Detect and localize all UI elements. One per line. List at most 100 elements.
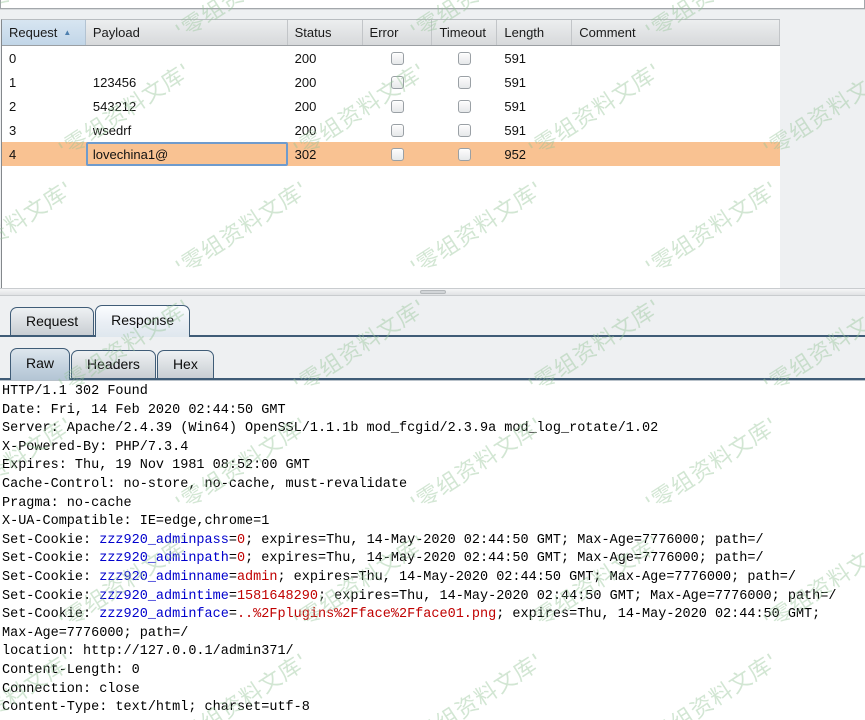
- response-line: HTTP/1.1 302 Found: [2, 383, 865, 402]
- timeout-checkbox[interactable]: [458, 52, 471, 65]
- table-body[interactable]: 0 200 591 1 123456 200 591 2 543212 200 591 3 wsedrf…: [2, 46, 780, 288]
- table-row[interactable]: 4 lovechina1@ 302 952: [2, 142, 780, 166]
- length-value: 591: [504, 99, 526, 114]
- response-line: X-UA-Compatible: IE=edge,chrome=1: [2, 513, 865, 532]
- length-cell: 591: [497, 118, 572, 142]
- column-header-length[interactable]: Length: [497, 20, 572, 45]
- table-row[interactable]: 0 200 591: [2, 46, 780, 70]
- error-cell: [363, 46, 433, 70]
- response-line: Set-Cookie: zzz920_adminpath=0; expires=…: [2, 550, 865, 569]
- status-cell: 302: [288, 142, 363, 166]
- request-cell: 2: [2, 94, 86, 118]
- sub-tab-bar: RawHeadersHex: [0, 338, 865, 380]
- tab-raw[interactable]: Raw: [10, 348, 70, 380]
- response-line: Server: Apache/2.4.39 (Win64) OpenSSL/1.…: [2, 420, 865, 439]
- length-cell: 591: [497, 70, 572, 94]
- payload-value: wsedrf: [93, 123, 131, 138]
- column-header-label: Status: [295, 25, 332, 40]
- length-value: 591: [504, 75, 526, 90]
- comment-cell: [572, 142, 780, 166]
- tab-request[interactable]: Request: [10, 307, 94, 335]
- payload-cell: lovechina1@: [86, 142, 288, 166]
- column-header-timeout[interactable]: Timeout: [432, 20, 497, 45]
- error-cell: [363, 94, 433, 118]
- timeout-cell: [432, 142, 497, 166]
- splitter-grip-icon[interactable]: [420, 290, 446, 294]
- status-value: 200: [295, 51, 317, 66]
- response-line: Date: Fri, 14 Feb 2020 02:44:50 GMT: [2, 402, 865, 421]
- message-viewer: RequestResponse RawHeadersHex HTTP/1.1 3…: [0, 296, 865, 720]
- column-header-label: Payload: [93, 25, 140, 40]
- response-line: Max-Age=7776000; path=/: [2, 625, 865, 644]
- column-header-label: Comment: [579, 25, 635, 40]
- payload-cell: wsedrf: [86, 118, 288, 142]
- tab-headers[interactable]: Headers: [71, 350, 156, 378]
- main-tab-bar: RequestResponse: [0, 296, 865, 337]
- response-line: Set-Cookie: zzz920_adminpass=0; expires=…: [2, 532, 865, 551]
- request-value: 4: [9, 147, 16, 162]
- response-line: Set-Cookie: zzz920_admintime=1581648290;…: [2, 588, 865, 607]
- comment-cell: [572, 118, 780, 142]
- tab-hex[interactable]: Hex: [157, 350, 214, 378]
- error-checkbox[interactable]: [391, 148, 404, 161]
- filter-bar[interactable]: [0, 0, 865, 9]
- error-cell: [363, 70, 433, 94]
- payload-cell: [86, 46, 288, 70]
- request-cell: 3: [2, 118, 86, 142]
- request-value: 1: [9, 75, 16, 90]
- status-value: 200: [295, 123, 317, 138]
- column-header-label: Error: [370, 25, 399, 40]
- timeout-checkbox[interactable]: [458, 100, 471, 113]
- timeout-cell: [432, 46, 497, 70]
- error-checkbox[interactable]: [391, 76, 404, 89]
- table-row[interactable]: 1123456200591: [2, 70, 780, 94]
- response-line: Expires: Thu, 19 Nov 1981 08:52:00 GMT: [2, 457, 865, 476]
- error-checkbox[interactable]: [391, 124, 404, 137]
- error-cell: [363, 118, 433, 142]
- request-value: 3: [9, 123, 16, 138]
- length-cell: 591: [497, 46, 572, 70]
- length-value: 591: [504, 51, 526, 66]
- horizontal-splitter[interactable]: [0, 288, 865, 296]
- response-line: location: http://127.0.0.1/admin371/: [2, 643, 865, 662]
- column-header-label: Timeout: [439, 25, 485, 40]
- length-cell: 952: [497, 142, 572, 166]
- column-header-payload[interactable]: Payload: [86, 20, 288, 45]
- results-table: Request ▲ Payload Status Error Timeout Length C…: [1, 19, 780, 288]
- timeout-checkbox[interactable]: [458, 124, 471, 137]
- error-checkbox[interactable]: [391, 52, 404, 65]
- response-text-area[interactable]: HTTP/1.1 302 FoundDate: Fri, 14 Feb 2020…: [0, 380, 865, 720]
- column-header-status[interactable]: Status: [288, 20, 363, 45]
- table-row[interactable]: 2 543212 200 591: [2, 94, 780, 118]
- timeout-checkbox[interactable]: [458, 148, 471, 161]
- status-cell: 200: [288, 118, 363, 142]
- payload-value: lovechina1@: [93, 147, 168, 162]
- response-line: Set-Cookie: zzz920_adminname=admin; expi…: [2, 569, 865, 588]
- request-value: 2: [9, 99, 16, 114]
- sort-ascending-icon: ▲: [63, 28, 71, 37]
- length-cell: 591: [497, 94, 572, 118]
- response-line: Connection: close: [2, 681, 865, 700]
- request-cell: 1: [2, 70, 86, 94]
- column-header-request[interactable]: Request ▲: [2, 20, 86, 45]
- column-header-label: Request: [9, 25, 57, 40]
- request-cell: 4: [2, 142, 86, 166]
- comment-cell: [572, 94, 780, 118]
- response-line: X-Powered-By: PHP/7.3.4: [2, 439, 865, 458]
- column-header-error[interactable]: Error: [363, 20, 433, 45]
- error-checkbox[interactable]: [391, 100, 404, 113]
- length-value: 591: [504, 123, 526, 138]
- timeout-checkbox[interactable]: [458, 76, 471, 89]
- length-value: 952: [504, 147, 526, 162]
- request-value: 0: [9, 51, 16, 66]
- column-header-comment[interactable]: Comment: [572, 20, 780, 45]
- tab-response[interactable]: Response: [95, 305, 190, 337]
- response-line: Content-Length: 0: [2, 662, 865, 681]
- table-row[interactable]: 3 wsedrf 200 591: [2, 118, 780, 142]
- status-value: 200: [295, 99, 317, 114]
- error-cell: [363, 142, 433, 166]
- payload-value: 123456: [93, 75, 136, 90]
- response-line: Pragma: no-cache: [2, 495, 865, 514]
- comment-cell: [572, 46, 780, 70]
- payload-value: 543212: [93, 99, 136, 114]
